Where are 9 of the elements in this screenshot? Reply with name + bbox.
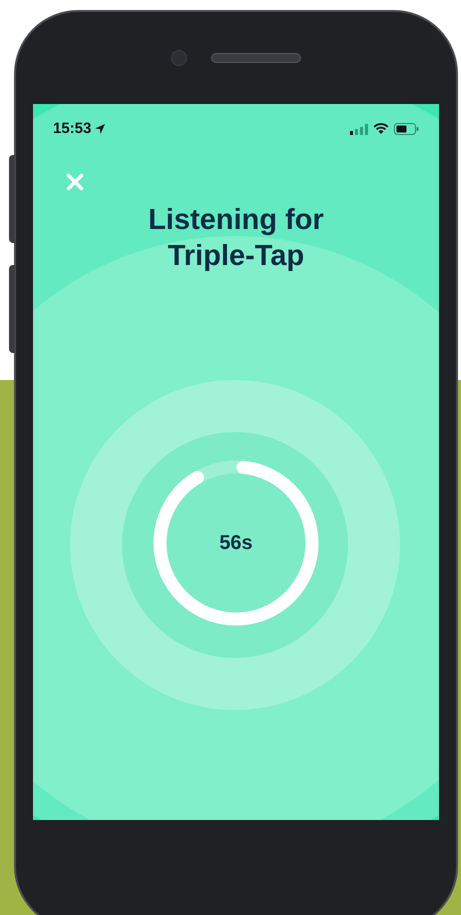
location-arrow-icon [94,123,106,135]
camera-icon [171,50,187,66]
speaker-grille-icon [211,53,301,63]
wifi-icon [373,123,389,135]
signal-icon [350,124,368,134]
countdown-time: 56s [219,531,253,556]
battery-icon [394,123,419,135]
screen-title: Listening for Triple-Tap [147,203,325,274]
status-time: 15:53 [53,118,92,139]
